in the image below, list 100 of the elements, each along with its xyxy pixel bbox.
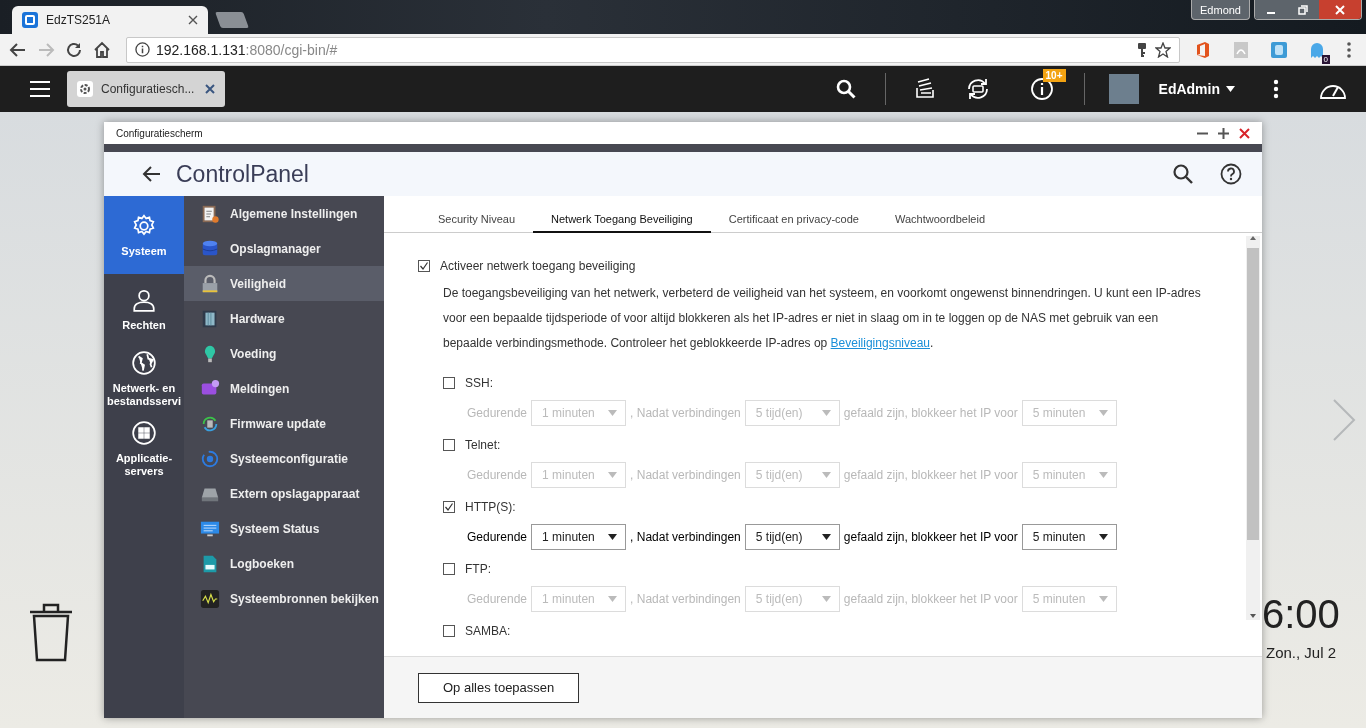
maximize-button[interactable] <box>1287 0 1319 19</box>
close-icon[interactable] <box>188 15 198 25</box>
close-icon[interactable] <box>1239 127 1250 139</box>
tab[interactable]: Netwerk Toegang Beveiliging <box>533 213 711 233</box>
checkbox[interactable] <box>443 625 455 637</box>
close-button[interactable] <box>1319 0 1361 19</box>
app-tab[interactable]: Configuratiesch... <box>67 71 225 107</box>
search-icon[interactable] <box>1172 163 1194 185</box>
menu-item[interactable]: Veiligheid <box>184 266 384 301</box>
checkbox[interactable] <box>443 501 455 513</box>
minimize-icon <box>1266 11 1276 14</box>
duration-label: Gedurende <box>467 406 528 420</box>
home-icon[interactable] <box>92 39 112 60</box>
search-icon[interactable] <box>834 78 857 100</box>
menu-icon[interactable] <box>1346 40 1352 59</box>
notification-badge: 10+ <box>1042 69 1066 82</box>
caret-icon <box>821 596 831 602</box>
lock-icon <box>200 273 220 294</box>
caret-icon <box>1098 472 1108 478</box>
category-item[interactable]: Systeem <box>104 196 184 274</box>
description-text: De toegangsbeveiliging van het netwerk, verbeterd de veiligheid van het systeem, en voorkomt ongewenst binnendringen. U kunt een IP-adres voor een bepaalde tijdsperiode of voor altijd blokkeren als het IP-adres er niet in slaag om in te loggen op de NAS met gebruik van een bepaalde verbindingsmethode. Controleer het geblokkeerde IP-adres op Beveiligingsniveau. <box>443 285 1202 352</box>
sync-icon[interactable] <box>965 77 990 101</box>
menu-item[interactable]: Meldingen <box>184 371 384 406</box>
caret-icon <box>608 410 618 416</box>
address-field[interactable]: 192.168.1.131:8080/cgi-bin/# <box>126 36 1180 63</box>
caret-icon <box>821 472 831 478</box>
checkbox-label: FTP: <box>465 562 491 576</box>
apps-icon <box>131 420 157 447</box>
back-icon[interactable] <box>142 164 162 184</box>
caret-icon <box>1098 410 1108 416</box>
block-label: gefaald zijn, blokkeer het IP voor <box>843 592 1018 606</box>
trash-icon[interactable] <box>28 602 74 662</box>
scrollbar[interactable] <box>1246 236 1260 620</box>
caret-icon <box>1098 534 1108 540</box>
tab[interactable]: Certificaat en privacy-code <box>710 213 877 233</box>
link[interactable]: Beveiligingsniveau <box>830 336 930 350</box>
dropdown[interactable]: 1 minuten <box>531 524 627 550</box>
checkbox-label: SSH: <box>465 376 493 390</box>
maximize-icon[interactable] <box>1218 127 1229 139</box>
user-menu[interactable]: EdAdmin <box>1158 81 1235 97</box>
office-icon[interactable] <box>1194 40 1212 59</box>
menu-item[interactable]: Systeembronnen bekijken <box>184 581 384 616</box>
checkbox[interactable] <box>418 260 430 272</box>
url-text: 192.168.1.131:8080/cgi-bin/# <box>156 41 339 58</box>
category-item[interactable]: Applicatie-servers <box>104 414 184 484</box>
menu-item[interactable]: Systeemconfiguratie <box>184 441 384 476</box>
duration-label: Gedurende <box>467 530 528 544</box>
info-icon[interactable] <box>135 42 150 57</box>
dropdown[interactable]: 5 tijd(en) <box>744 524 840 550</box>
browser-tab[interactable]: EdzTS251A <box>12 6 208 34</box>
minimize-button[interactable] <box>1255 0 1287 19</box>
ghost-icon[interactable] <box>1308 40 1326 59</box>
apply-all-button[interactable]: Op alles toepassen <box>418 672 580 703</box>
dropdown[interactable]: 5 minuten <box>1021 524 1117 550</box>
block-label: gefaald zijn, blokkeer het IP voor <box>843 530 1018 544</box>
menu-item[interactable]: Extern opslagapparaat <box>184 476 384 511</box>
menu-item[interactable]: Firmware update <box>184 406 384 441</box>
caret-icon <box>608 472 618 478</box>
checkbox[interactable] <box>443 563 455 575</box>
category-item[interactable]: Rechten <box>104 274 184 344</box>
restore-icon <box>1298 4 1308 15</box>
close-icon[interactable] <box>205 84 215 94</box>
menu-item[interactable]: Opslagmanager <box>184 231 384 266</box>
chart-icon <box>200 588 220 609</box>
gear-icon <box>77 81 93 97</box>
checkbox[interactable] <box>443 377 455 389</box>
caret-icon <box>821 534 831 540</box>
menu-item[interactable]: Hardware <box>184 301 384 336</box>
globe-icon <box>131 350 157 377</box>
menu-item[interactable]: Algemene Instellingen <box>184 196 384 231</box>
new-tab-button[interactable] <box>215 12 249 28</box>
app-logo-icon <box>22 12 38 28</box>
profile-button[interactable]: Edmond <box>1191 0 1250 20</box>
caret-icon <box>608 534 618 540</box>
caret-icon <box>1098 596 1108 602</box>
key-icon[interactable] <box>1135 41 1149 58</box>
caret-icon <box>1226 86 1235 92</box>
help-icon[interactable] <box>1220 163 1242 185</box>
checkbox-label: SAMBA: <box>465 624 511 638</box>
menu-item[interactable]: Voeding <box>184 336 384 371</box>
stack-icon[interactable] <box>913 78 936 100</box>
menu-icon[interactable] <box>30 80 50 98</box>
menu-item[interactable]: Systeem Status <box>184 511 384 546</box>
clipboard-icon <box>200 203 220 224</box>
duration-label: Gedurende <box>467 468 528 482</box>
checkbox-label: Activeer netwerk toegang beveiliging <box>440 259 636 273</box>
checkbox-label: Telnet: <box>465 438 501 452</box>
checkbox[interactable] <box>443 439 455 451</box>
extension-icon[interactable] <box>1270 40 1288 59</box>
avatar-placeholder[interactable] <box>1108 74 1139 104</box>
extension-badge: 0 <box>1321 54 1330 64</box>
star-icon[interactable] <box>1155 41 1171 58</box>
attempts-label: , Nadat verbindingen <box>630 468 741 482</box>
tab[interactable]: Security Niveau <box>420 213 534 233</box>
menu-item[interactable]: Logboeken <box>184 546 384 581</box>
tab[interactable]: Wachtwoordbeleid <box>876 213 1004 233</box>
more-icon[interactable] <box>1273 79 1279 99</box>
attempts-label: , Nadat verbindingen <box>630 592 741 606</box>
category-item[interactable]: Netwerk- en bestandsservi <box>104 344 184 414</box>
clock-date: Zon., Jul 2 <box>1266 644 1337 661</box>
